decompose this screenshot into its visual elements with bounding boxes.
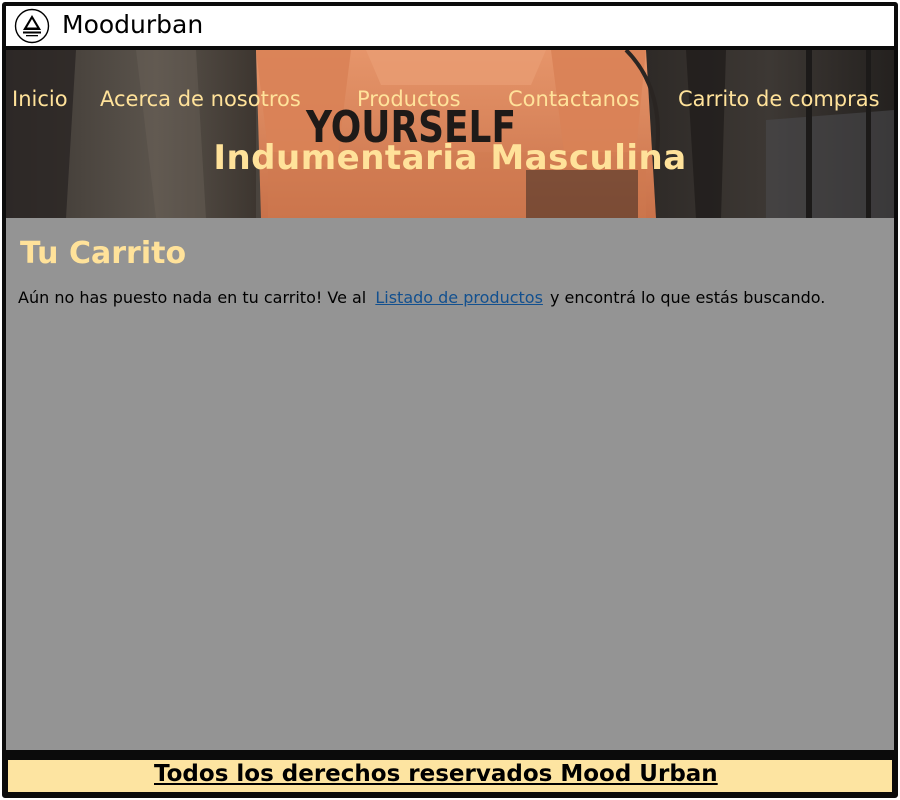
footer-bar: Todos los derechos reservados Mood Urban — [6, 758, 894, 794]
empty-cart-text-before: Aún no has puesto nada en tu carrito! Ve… — [18, 288, 367, 307]
empty-cart-message: Aún no has puesto nada en tu carrito! Ve… — [18, 288, 825, 307]
product-list-link[interactable]: Listado de productos — [375, 288, 543, 307]
footer-copyright[interactable]: Todos los derechos reservados Mood Urban — [154, 761, 718, 787]
nav-item-inicio[interactable]: Inicio — [12, 84, 68, 114]
nav-item-carrito-de-compras[interactable]: Carrito de compras — [678, 84, 880, 114]
pyramid-logo-icon[interactable] — [14, 8, 50, 44]
empty-cart-text-after: y encontrá lo que estás buscando. — [550, 288, 826, 307]
cart-title: Tu Carrito — [20, 236, 187, 271]
nav-item-contactanos[interactable]: Contactanos — [508, 84, 640, 114]
main-nav: Inicio Acerca de nosotros Productos Cont… — [6, 84, 894, 116]
footer: Todos los derechos reservados Mood Urban — [6, 756, 894, 794]
hero-title: Indumentaria Masculina — [213, 138, 687, 178]
nav-item-productos[interactable]: Productos — [357, 84, 461, 114]
top-bar: Moodurban — [6, 6, 894, 50]
cart-section: Tu Carrito Aún no has puesto nada en tu … — [6, 218, 894, 750]
hero-background-image: YOURSELF — [6, 50, 894, 218]
brand-name[interactable]: Moodurban — [62, 9, 203, 41]
page-frame: Moodurban YOURSELF Inicio Acerca de noso… — [2, 2, 898, 798]
nav-item-acerca-de-nosotros[interactable]: Acerca de nosotros — [100, 84, 301, 114]
hero-banner: YOURSELF Inicio Acerca de nosotros Produ… — [6, 50, 894, 218]
